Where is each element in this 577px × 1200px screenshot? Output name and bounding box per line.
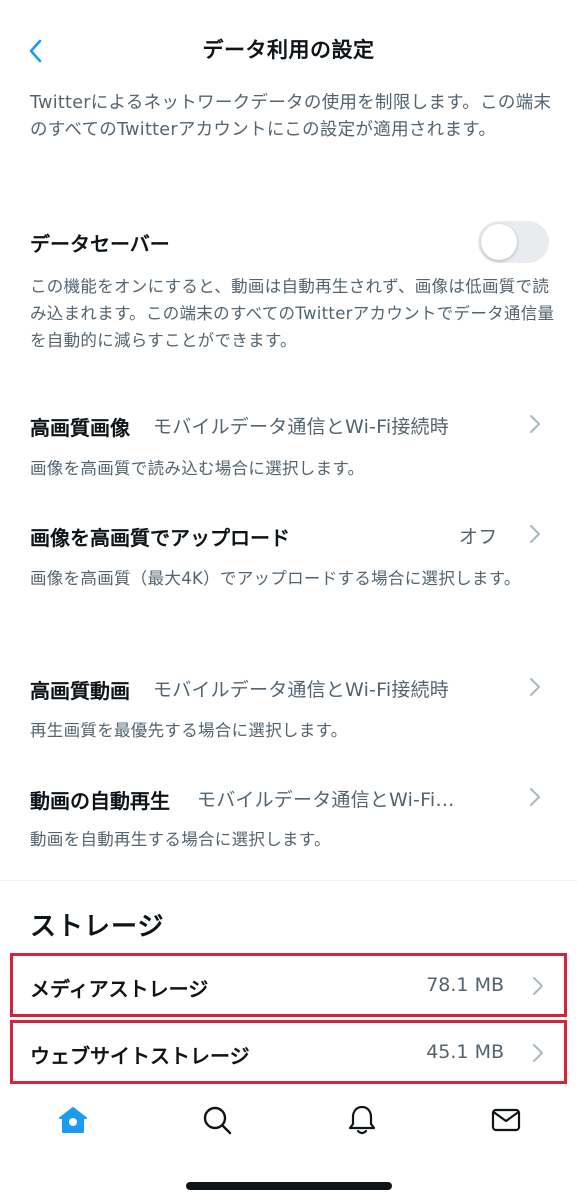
setting-description: 画像を高画質で読み込む場合に選択します。 [30,459,365,478]
setting-value: オフ [459,526,498,548]
storage-heading: ストレージ [30,912,165,942]
setting-value: モバイルデータ通信とWi-Fi接続時 [153,679,449,701]
section-divider [0,880,577,881]
tab-notifications[interactable] [342,1100,382,1140]
chevron-right-icon [533,1044,543,1062]
home-icon [59,1107,87,1133]
website-storage-row[interactable]: ウェブサイトストレージ 45.1 MB [10,1020,567,1084]
setting-value: モバイルデータ通信とWi-Fi接続時 [153,416,449,438]
setting-row-high-quality-images[interactable]: 高画質画像 モバイルデータ通信とWi-Fi接続時 [0,400,577,448]
tab-home[interactable] [53,1100,93,1140]
data-saver-toggle[interactable] [478,221,549,263]
storage-item-value: 45.1 MB [426,1041,504,1063]
setting-row-high-quality-upload[interactable]: 画像を高画質でアップロード オフ [0,510,577,558]
chevron-right-icon [530,788,540,806]
storage-item-title: ウェブサイトストレージ [30,1044,250,1068]
setting-title: 画像を高画質でアップロード [30,526,290,550]
messages-icon [491,1108,521,1132]
data-saver-description: この機能をオンにすると、動画は自動再生されず、画像は低画質で読み込まれます。この… [30,277,555,350]
chevron-right-icon [533,977,543,995]
setting-value: モバイルデータ通信とWi-Fi… [197,789,455,811]
intro-text: Twitterによるネットワークデータの使用を制限します。この端末のすべてのTw… [30,93,552,140]
setting-row-high-quality-video[interactable]: 高画質動画 モバイルデータ通信とWi-Fi接続時 [0,663,577,711]
setting-title: 動画の自動再生 [30,789,170,813]
chevron-right-icon [530,415,540,433]
chevron-right-icon [530,678,540,696]
setting-description: 画像を高画質（最大4K）でアップロードする場合に選択します。 [30,569,521,588]
tab-bar [0,1090,577,1150]
home-indicator[interactable] [186,1182,392,1190]
header: データ利用の設定 [0,0,577,100]
setting-description: 再生画質を最優先する場合に選択します。 [30,721,348,740]
setting-description: 動画を自動再生する場合に選択します。 [30,830,331,849]
setting-row-video-autoplay[interactable]: 動画の自動再生 モバイルデータ通信とWi-Fi… [0,773,577,821]
data-saver-label: データセーバー [30,232,170,256]
media-storage-row[interactable]: メディアストレージ 78.1 MB [10,953,567,1017]
notifications-icon [348,1105,376,1135]
setting-title: 高画質画像 [30,416,130,440]
setting-title: 高画質動画 [30,679,130,703]
search-icon [203,1106,232,1135]
tab-messages[interactable] [486,1100,526,1140]
page-title: データ利用の設定 [202,38,375,62]
storage-item-title: メディアストレージ [30,977,209,1001]
storage-item-value: 78.1 MB [426,974,504,996]
tab-search[interactable] [197,1100,237,1140]
toggle-knob [481,224,517,260]
chevron-right-icon [530,525,540,543]
